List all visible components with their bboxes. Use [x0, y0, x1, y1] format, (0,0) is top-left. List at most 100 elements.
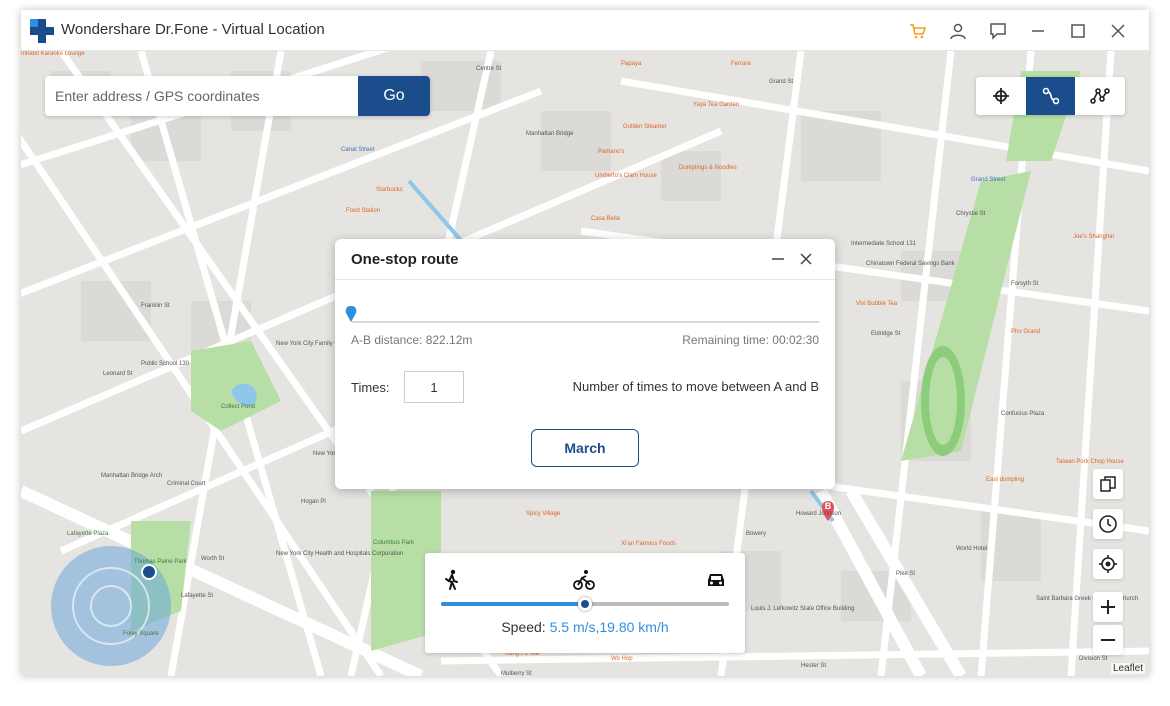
feedback-icon[interactable]: [987, 20, 1009, 42]
map-label: Wo Hop: [611, 656, 633, 662]
map-label: Pho Grand: [1011, 329, 1041, 335]
map-label: Thomas Paine Park: [134, 559, 187, 565]
map-label: New York City Health and Hospitals Corpo…: [276, 551, 404, 557]
map-label: Joe's Shanghai: [1073, 234, 1114, 240]
app-window: Wondershare Dr.Fone - Virtual Location B…: [21, 10, 1149, 676]
map-label: Pamano's: [598, 149, 625, 155]
minimize-icon[interactable]: [1027, 20, 1049, 42]
speed-value: 5.5 m/s,19.80 km/h: [549, 619, 669, 635]
map-view[interactable]: B Columbus Park Collect Pond Lafayette Pla…: [21, 51, 1149, 676]
map-label: Casa Bella: [591, 216, 621, 222]
map-label: Hester St: [801, 663, 827, 669]
map-label: Intermediate School 131: [851, 241, 917, 247]
map-label: Dumplings & Noodles: [679, 165, 737, 171]
map-label: Food Station: [346, 208, 381, 214]
map-label: East dumpling: [986, 477, 1025, 483]
times-input[interactable]: [404, 371, 464, 403]
one-stop-route-icon[interactable]: [1025, 77, 1076, 115]
history-icon[interactable]: [1093, 509, 1123, 539]
dialog-header: One-stop route: [335, 239, 835, 280]
speed-readout: Speed: 5.5 m/s,19.80 km/h: [425, 619, 745, 635]
window-title: Wondershare Dr.Fone - Virtual Location: [61, 21, 325, 38]
route-progress-bar: [351, 321, 819, 323]
zoom-out-icon[interactable]: [1093, 625, 1123, 655]
map-label: Inhabit Karaoke Lounge: [21, 51, 85, 57]
map-label: Leonard St: [103, 371, 133, 377]
map-label: Starbucks: [376, 187, 403, 193]
speed-label: Speed:: [501, 619, 546, 635]
map-label: Worth St: [201, 556, 225, 562]
map-label: Chinatown Federal Savings Bank: [866, 261, 955, 267]
map-label: Howard Johnson: [796, 511, 842, 517]
one-stop-route-dialog: One-stop route A-B distance: 822.12m Rem…: [335, 239, 835, 489]
dialog-title: One-stop route: [351, 251, 459, 268]
search-input[interactable]: [45, 76, 358, 116]
map-label: Papaya: [621, 61, 642, 67]
map-label: Ferrara: [731, 61, 751, 67]
map-label: Spicy Village: [526, 511, 561, 517]
map-label: Bowery: [746, 531, 767, 537]
march-button[interactable]: March: [531, 429, 639, 467]
map-label: Lafayette Plaza: [67, 531, 109, 537]
map-label: Confucius Plaza: [1001, 411, 1045, 417]
map-label: Vivi Bubble Tea: [856, 301, 898, 307]
times-hint: Number of times to move between A and B: [572, 379, 819, 394]
maximize-icon[interactable]: [1067, 20, 1089, 42]
map-label: Foley Square: [123, 631, 159, 637]
map-label: Umberto's Clam House: [595, 173, 657, 179]
map-label: Columbus Park: [373, 540, 415, 546]
leaflet-attribution[interactable]: Leaflet: [1110, 663, 1145, 674]
svg-text:B: B: [825, 501, 832, 511]
map-label: Louis J. Lefkowitz State Office Building: [751, 606, 855, 612]
speed-slider[interactable]: [441, 597, 729, 611]
map-layers-icon[interactable]: [1093, 469, 1123, 499]
drfone-logo-icon: [30, 19, 54, 43]
dialog-close-icon[interactable]: [798, 251, 814, 267]
map-label: Grand St: [769, 79, 794, 85]
zoom-in-icon[interactable]: [1093, 592, 1123, 622]
bike-icon[interactable]: [573, 569, 595, 591]
map-label: Centre St: [476, 66, 502, 72]
map-label: Hogan Pl: [301, 499, 326, 505]
teleport-mode-icon[interactable]: [976, 77, 1026, 115]
map-label: Public School 130: [141, 361, 190, 367]
map-label: Manhattan Bridge: [526, 131, 574, 137]
cart-icon[interactable]: [907, 20, 929, 42]
title-bar: Wondershare Dr.Fone - Virtual Location: [21, 10, 1149, 51]
search-bar: Go: [45, 76, 430, 116]
times-label: Times:: [351, 380, 390, 395]
speed-slider-fill: [441, 602, 585, 606]
close-icon[interactable]: [1107, 20, 1129, 42]
remaining-time-label: Remaining time: 00:02:30: [682, 333, 819, 347]
map-label: Yaya Tea Garden: [693, 102, 740, 108]
center-location-icon[interactable]: [1093, 549, 1123, 579]
multi-stop-route-icon[interactable]: [1075, 77, 1125, 115]
map-label: Collect Pond: [221, 404, 256, 410]
map-label: Division St: [1079, 656, 1108, 662]
walk-icon[interactable]: [441, 569, 463, 591]
speed-slider-thumb[interactable]: [578, 597, 592, 611]
map-label: Manhattan Bridge Arch: [101, 473, 163, 479]
map-label: Criminal Court: [167, 481, 206, 487]
map-label: Xi'an Famous Foods: [621, 541, 676, 547]
user-icon[interactable]: [947, 20, 969, 42]
progress-pin-icon: [345, 306, 357, 322]
map-label: Pike St: [896, 571, 916, 577]
speed-panel: Speed: 5.5 m/s,19.80 km/h: [425, 553, 745, 653]
map-label: Grand Street: [971, 177, 1006, 183]
map-label: Forsyth St: [1011, 281, 1039, 287]
map-label: World Hotel: [956, 546, 988, 552]
map-label: Franklin St: [141, 303, 170, 309]
map-label: Chrystie St: [956, 211, 986, 217]
go-button[interactable]: Go: [358, 76, 430, 116]
mode-toolbar: [976, 77, 1125, 115]
map-label: Taiwan Pork Chop House: [1056, 459, 1124, 465]
map-label: Canal Street: [341, 147, 375, 153]
car-icon[interactable]: [705, 569, 727, 591]
map-label: Eldridge St: [871, 331, 901, 337]
dialog-minimize-icon[interactable]: [770, 251, 786, 267]
distance-label: A-B distance: 822.12m: [351, 333, 473, 347]
map-label: Mulberry St: [501, 671, 532, 676]
map-label: Lafayette St: [181, 593, 214, 599]
map-label: Golden Steamer: [623, 124, 667, 130]
